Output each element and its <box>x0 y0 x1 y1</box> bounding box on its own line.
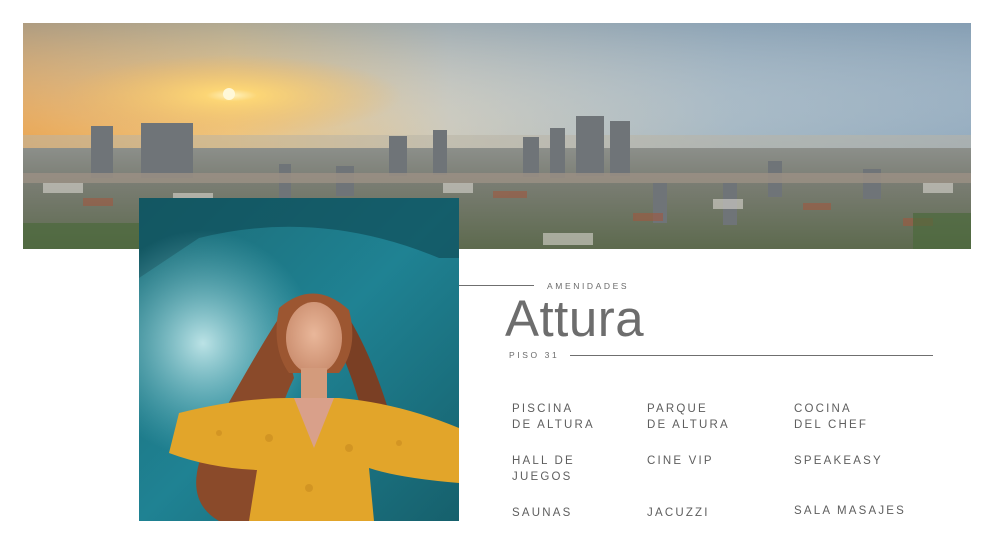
heading-rule-left <box>459 285 534 286</box>
amenity-item: SALA MASAJES <box>794 505 907 517</box>
amenity-item: COCINA DEL CHEF <box>794 403 869 431</box>
amenity-item: PARQUE DE ALTURA <box>647 403 730 431</box>
amenity-item: SAUNAS <box>512 507 573 519</box>
amenity-item: HALL DE JUEGOS <box>512 455 575 483</box>
floor-label: PISO 31 <box>509 350 560 360</box>
amenity-item: JACUZZI <box>647 507 710 519</box>
amenity-item: SPEAKEASY <box>794 455 883 467</box>
amenity-item: PISCINA DE ALTURA <box>512 403 595 431</box>
page-title: Attura <box>505 290 645 347</box>
pool-portrait-image <box>139 198 459 521</box>
heading-rule-right <box>570 355 933 356</box>
amenity-item: CINE VIP <box>647 455 714 467</box>
